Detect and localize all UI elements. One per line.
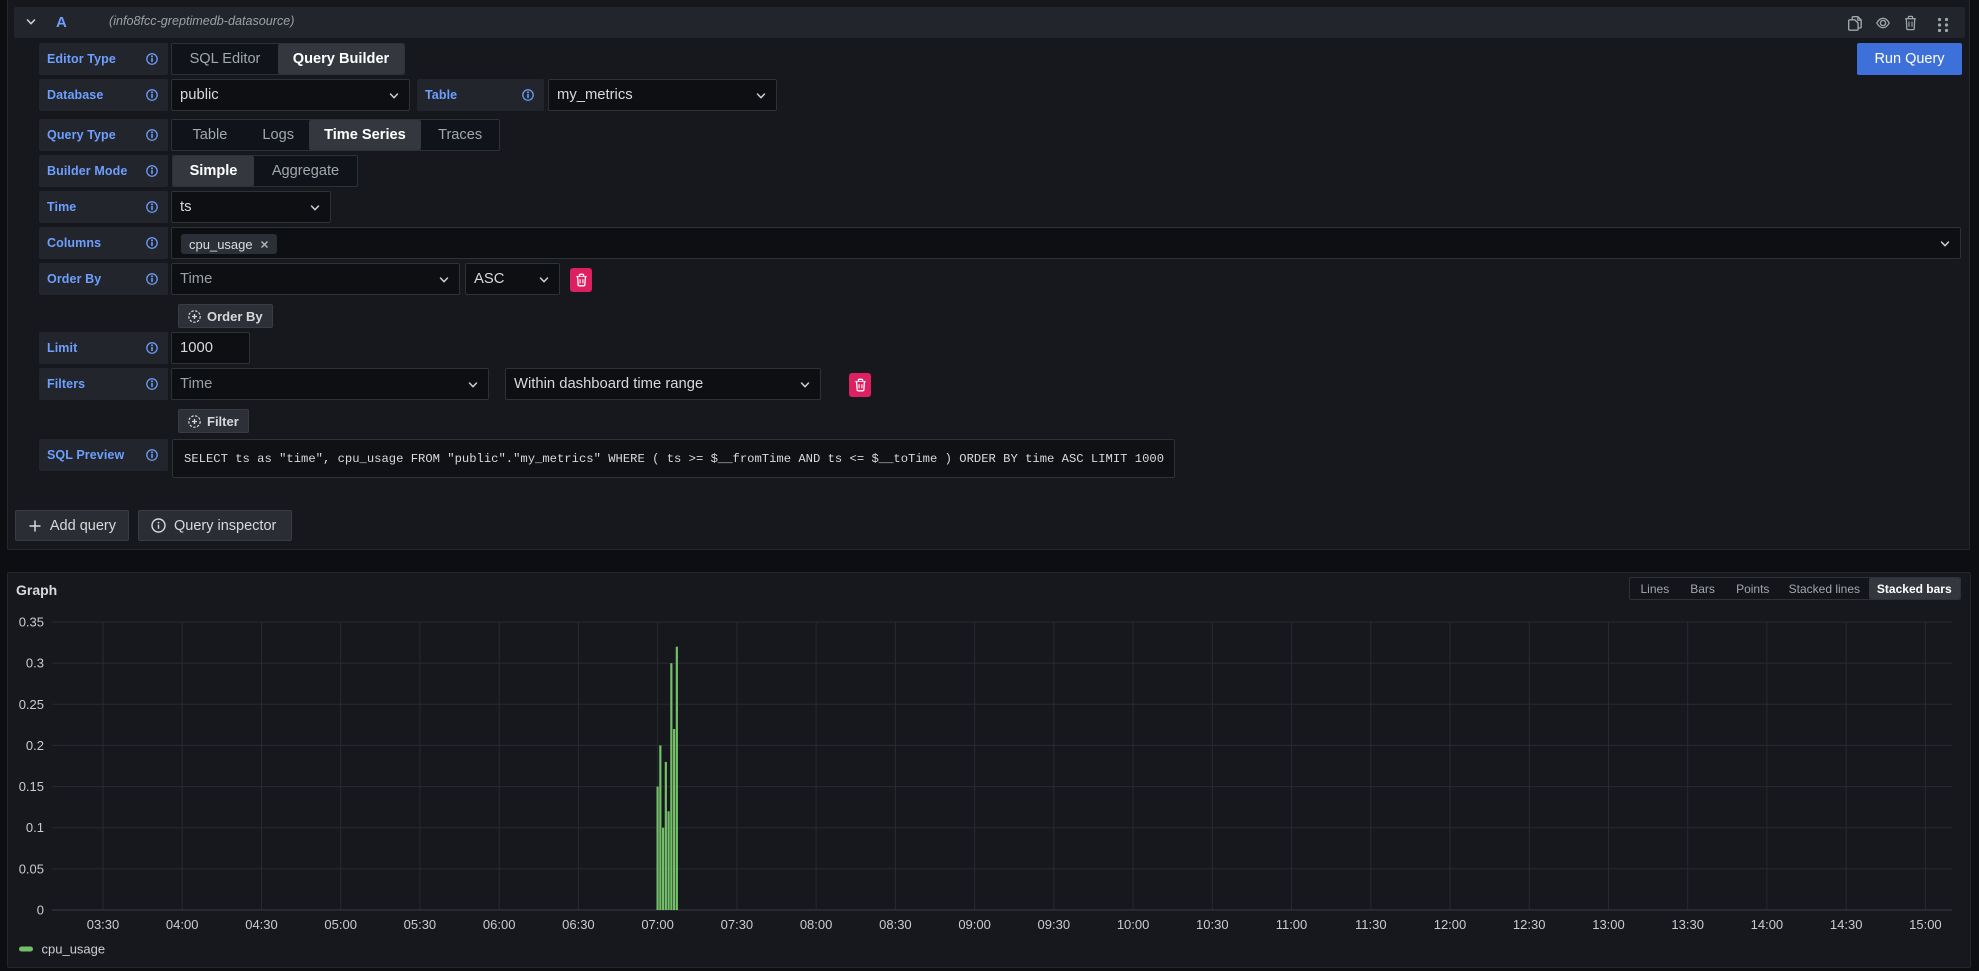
svg-text:10:30: 10:30 bbox=[1196, 917, 1229, 932]
svg-text:03:30: 03:30 bbox=[87, 917, 120, 932]
svg-text:14:30: 14:30 bbox=[1830, 917, 1863, 932]
svg-text:12:00: 12:00 bbox=[1434, 917, 1467, 932]
svg-text:07:00: 07:00 bbox=[641, 917, 674, 932]
svg-text:0.25: 0.25 bbox=[19, 697, 44, 712]
svg-text:09:00: 09:00 bbox=[958, 917, 991, 932]
svg-text:05:30: 05:30 bbox=[404, 917, 437, 932]
svg-text:0.35: 0.35 bbox=[19, 615, 44, 630]
svg-text:12:30: 12:30 bbox=[1513, 917, 1546, 932]
svg-text:11:00: 11:00 bbox=[1276, 917, 1308, 932]
svg-text:07:30: 07:30 bbox=[721, 917, 754, 932]
svg-text:0.2: 0.2 bbox=[26, 738, 44, 753]
svg-text:0.1: 0.1 bbox=[26, 820, 44, 835]
svg-text:13:30: 13:30 bbox=[1671, 917, 1704, 932]
svg-text:10:00: 10:00 bbox=[1117, 917, 1150, 932]
svg-text:0.3: 0.3 bbox=[26, 656, 44, 671]
svg-text:06:00: 06:00 bbox=[483, 917, 516, 932]
svg-text:13:00: 13:00 bbox=[1592, 917, 1625, 932]
svg-text:06:30: 06:30 bbox=[562, 917, 595, 932]
svg-text:0.05: 0.05 bbox=[19, 861, 44, 876]
svg-text:0: 0 bbox=[37, 903, 44, 918]
svg-text:04:30: 04:30 bbox=[245, 917, 278, 932]
svg-text:08:00: 08:00 bbox=[800, 917, 833, 932]
svg-text:11:30: 11:30 bbox=[1355, 917, 1387, 932]
svg-text:05:00: 05:00 bbox=[324, 917, 357, 932]
svg-text:08:30: 08:30 bbox=[879, 917, 912, 932]
svg-text:14:00: 14:00 bbox=[1751, 917, 1784, 932]
svg-text:09:30: 09:30 bbox=[1038, 917, 1071, 932]
svg-text:04:00: 04:00 bbox=[166, 917, 199, 932]
svg-text:15:00: 15:00 bbox=[1909, 917, 1942, 932]
svg-text:cpu_usage: cpu_usage bbox=[42, 942, 106, 957]
svg-text:0.15: 0.15 bbox=[19, 779, 44, 794]
